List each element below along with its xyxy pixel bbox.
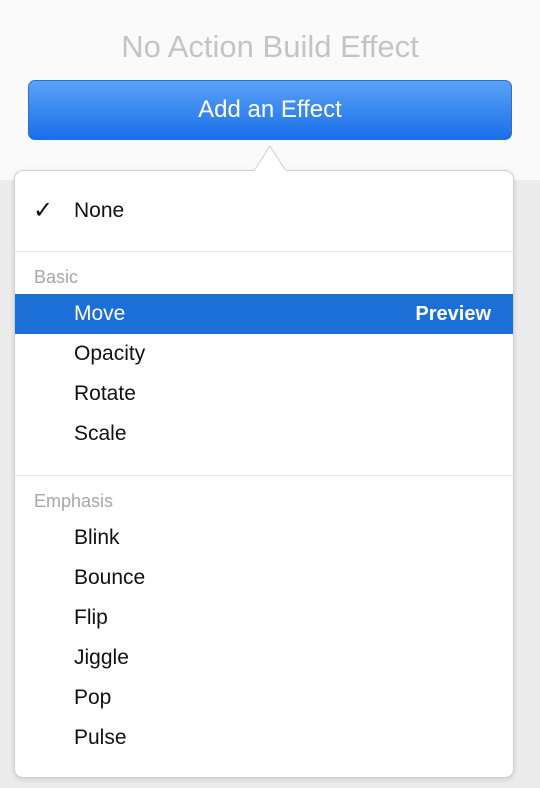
menu-item-pulse[interactable]: Pulse [15,718,513,758]
separator [15,475,513,476]
menu-item-none[interactable]: ✓ None [15,191,513,231]
menu-item-pop[interactable]: Pop [15,678,513,718]
popover-arrow [254,146,286,178]
menu-item-flip[interactable]: Flip [15,598,513,638]
section-label-basic: Basic [34,267,79,287]
menu-item-label: Bounce [74,566,146,589]
menu-item-label: Scale [74,422,127,445]
menu-item-label: Pulse [74,726,127,749]
preview-button[interactable]: Preview [415,294,491,334]
separator [15,251,513,252]
menu-item-label: Jiggle [74,646,129,669]
menu-item-label: Pop [74,686,112,709]
effect-menu-popover: ✓ None Basic Move Preview Opacity Rotate… [14,170,514,778]
section-label-emphasis: Emphasis [34,491,114,511]
menu-item-opacity[interactable]: Opacity [15,334,513,374]
menu-item-move[interactable]: Move Preview [15,294,513,334]
menu-item-label: Flip [74,606,108,629]
menu-item-bounce[interactable]: Bounce [15,558,513,598]
menu-item-rotate[interactable]: Rotate [15,374,513,414]
check-icon: ✓ [33,197,54,224]
menu-item-label: Move [74,302,126,325]
menu-item-scale[interactable]: Scale [15,414,513,454]
add-effect-button[interactable]: Add an Effect [28,80,512,140]
menu-item-label: Blink [74,526,120,549]
menu-item-blink[interactable]: Blink [15,518,513,558]
menu-item-jiggle[interactable]: Jiggle [15,638,513,678]
page-title: No Action Build Effect [121,29,419,64]
menu-item-label: None [74,199,125,222]
menu-item-label: Opacity [74,342,146,365]
menu-item-label: Rotate [74,382,136,405]
